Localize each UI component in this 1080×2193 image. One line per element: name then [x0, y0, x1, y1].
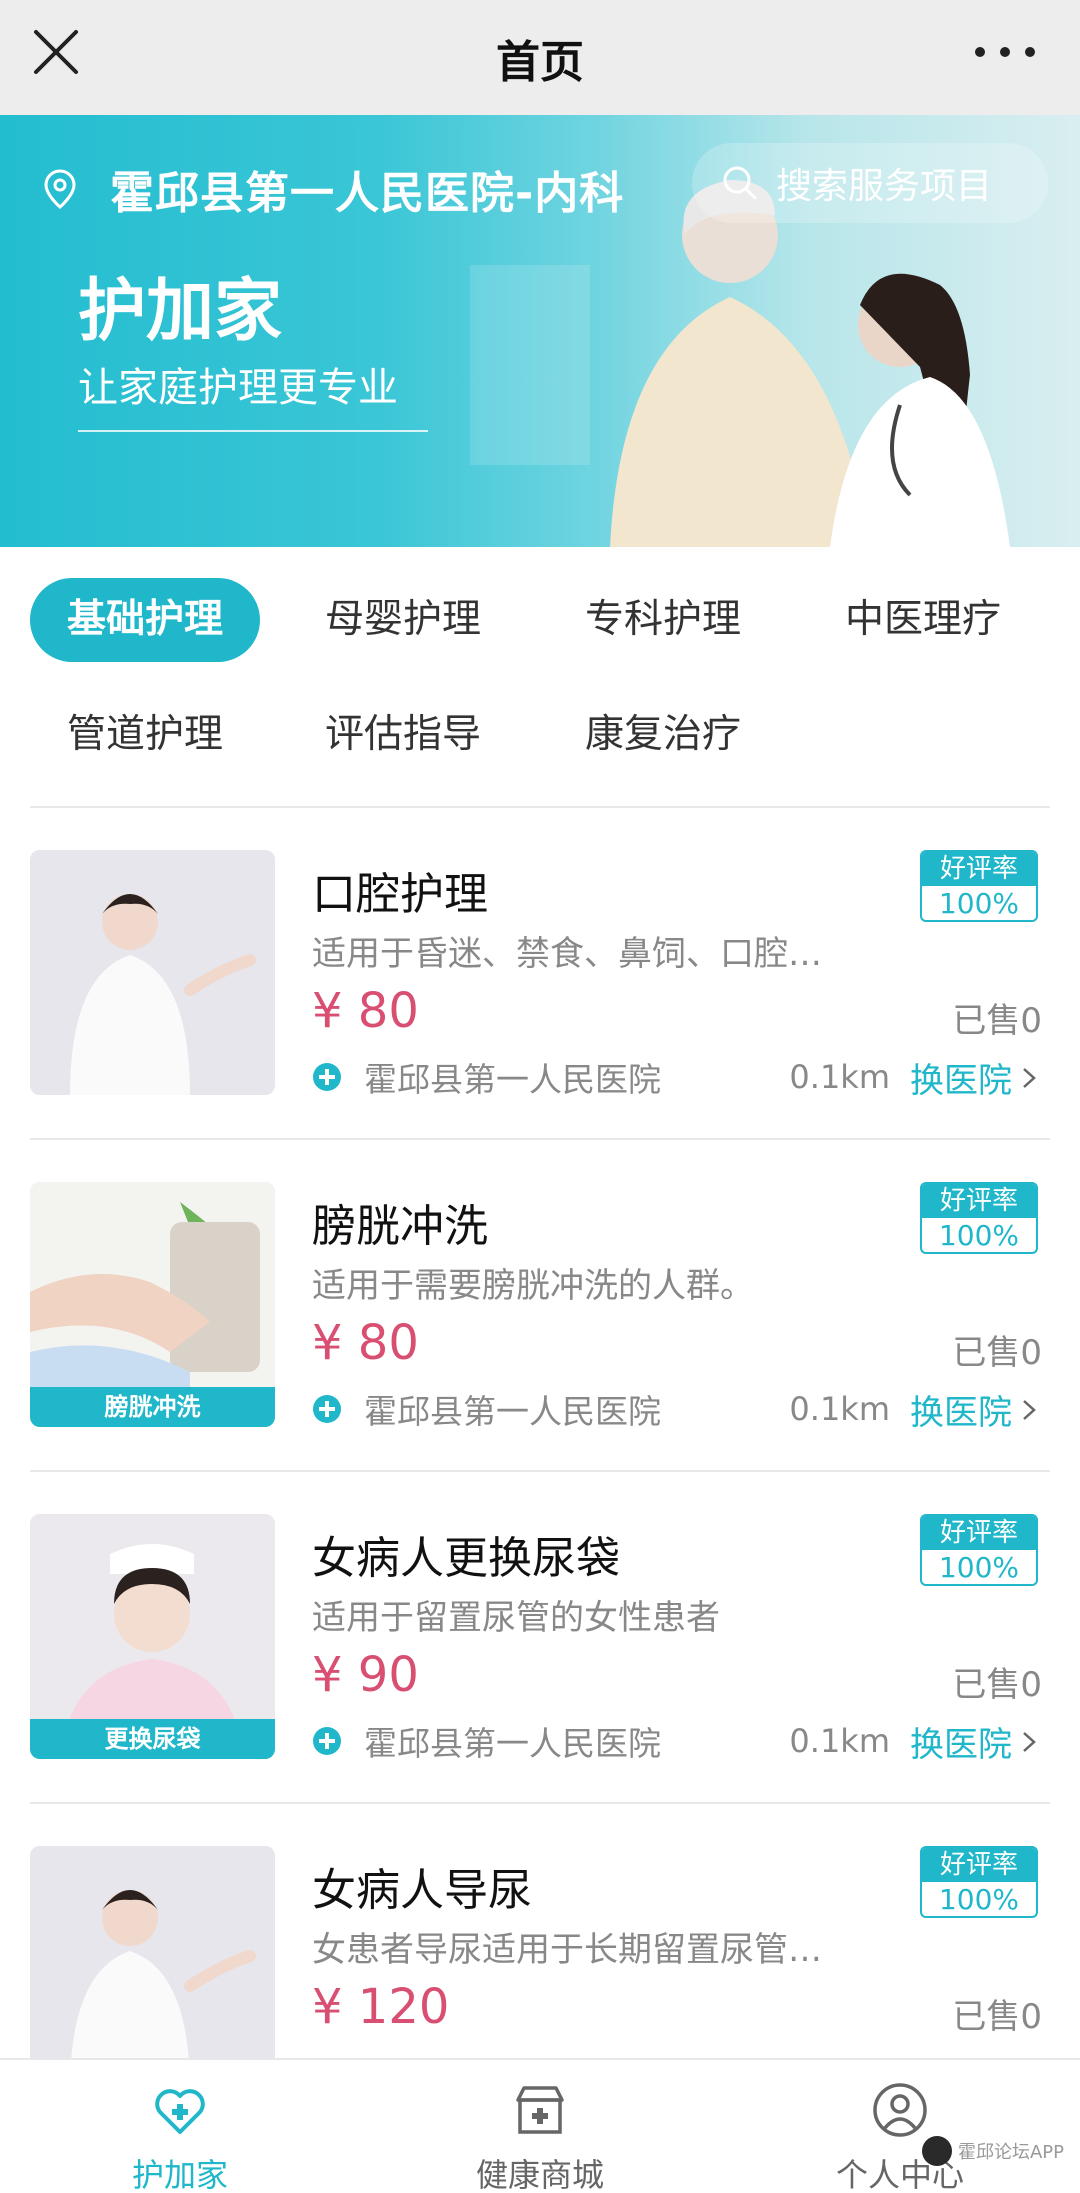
distance: 0.1km — [789, 1390, 890, 1428]
tab-tcm-therapy[interactable]: 中医理疗 — [808, 578, 1038, 662]
hospital-info: 霍邱县第一人民医院 — [312, 1053, 661, 1101]
tab-label: 健康商城 — [475, 2156, 604, 2193]
rating-label: 好评率 — [922, 852, 1036, 886]
switch-hospital-link[interactable]: 换医院 — [910, 1385, 1040, 1434]
tab-assessment[interactable]: 评估指导 — [288, 693, 518, 777]
close-icon[interactable] — [28, 24, 84, 80]
sold-count: 已售0 — [952, 1333, 1042, 1373]
item-price: ¥ 80 — [312, 1315, 419, 1371]
item-price: ¥ 120 — [312, 1979, 450, 2035]
switch-hospital-link[interactable]: 换医院 — [910, 1053, 1040, 1102]
rating-value: 100% — [938, 1883, 1020, 1916]
thumbnail-badge: 更换尿袋 — [30, 1719, 275, 1759]
chevron-right-icon — [1023, 1067, 1036, 1088]
search-input[interactable]: 搜索服务项目 — [692, 143, 1048, 223]
sold-count: 已售0 — [952, 1665, 1042, 1705]
nurse-image — [30, 1846, 275, 2091]
hospital-name: 霍邱县第一人民医院 — [364, 1724, 661, 1763]
heart-cross-icon — [155, 2089, 205, 2134]
banner-slogan: 让家庭护理更专业 — [78, 365, 398, 411]
sold-count: 已售0 — [952, 1997, 1042, 2037]
tab-specialty-care[interactable]: 专科护理 — [548, 578, 778, 662]
chevron-right-icon — [1023, 1731, 1036, 1752]
hero-banner[interactable]: 霍邱县第一人民医院-内科 搜索服务项目 护加家 让家庭护理更专业 — [0, 115, 1080, 547]
thumbnail-badge: 膀胱冲洗 — [30, 1387, 275, 1427]
rating-value: 100% — [938, 887, 1020, 920]
more-icon[interactable] — [970, 30, 1040, 74]
distance: 0.1km — [789, 1722, 890, 1760]
item-price: ¥ 90 — [312, 1647, 419, 1703]
banner-brand: 护加家 — [78, 272, 283, 351]
rating-label: 好评率 — [922, 1516, 1036, 1550]
list-item[interactable]: 口腔护理 好评率 100% 适用于昏迷、禁食、鼻饲、口腔… ¥ 80 已售0 霍… — [30, 808, 1050, 1140]
list-item[interactable]: 膀胱冲洗 膀胱冲洗 好评率 100% 适用于需要膀胱冲洗的人群。 ¥ 80 已售… — [30, 1140, 1050, 1472]
location-label: 霍邱县第一人民医院-内科 — [110, 168, 625, 219]
plus-circle-icon — [313, 1727, 341, 1755]
item-name: 口腔护理 — [312, 869, 488, 920]
switch-hospital-label: 换医院 — [910, 1061, 1012, 1101]
distance: 0.1km — [789, 1058, 890, 1096]
rating-value: 100% — [938, 1551, 1020, 1584]
item-name: 膀胱冲洗 — [312, 1201, 488, 1252]
rating-label: 好评率 — [922, 1848, 1036, 1882]
item-description: 适用于留置尿管的女性患者 — [312, 1598, 720, 1638]
search-placeholder: 搜索服务项目 — [776, 166, 993, 207]
item-description: 女患者导尿适用于长期留置尿管… — [312, 1930, 822, 1970]
watermark-text: 霍邱论坛APP — [957, 2142, 1064, 2163]
location-selector[interactable]: 霍邱县第一人民医院-内科 — [40, 157, 624, 221]
sold-count: 已售0 — [952, 1001, 1042, 1041]
switch-hospital-link[interactable]: 换医院 — [910, 1717, 1040, 1766]
nurse-image — [30, 850, 275, 1095]
item-description: 适用于需要膀胱冲洗的人群。 — [312, 1266, 754, 1306]
switch-hospital-label: 换医院 — [910, 1725, 1012, 1765]
tab-label: 护加家 — [131, 2156, 228, 2193]
plus-circle-icon — [313, 1395, 341, 1423]
tab-rehab[interactable]: 康复治疗 — [548, 693, 778, 777]
rating-badge: 好评率 100% — [920, 850, 1038, 922]
list-item[interactable]: 更换尿袋 女病人更换尿袋 好评率 100% 适用于留置尿管的女性患者 ¥ 90 … — [30, 1472, 1050, 1804]
tab-home[interactable]: 护加家 — [0, 2060, 360, 2193]
item-name: 女病人更换尿袋 — [312, 1533, 620, 1584]
tab-basic-care[interactable]: 基础护理 — [30, 578, 260, 662]
page-title: 首页 — [496, 36, 584, 88]
item-name: 女病人导尿 — [312, 1865, 532, 1916]
shop-icon — [516, 2086, 564, 2134]
plus-circle-icon — [313, 1063, 341, 1091]
tab-profile[interactable]: 个人中心 — [720, 2060, 1080, 2193]
banner-divider — [78, 430, 428, 432]
chat-bubble-icon — [921, 2136, 952, 2166]
tab-catheter-care[interactable]: 管道护理 — [30, 693, 260, 777]
bottom-tab-bar: 护加家 健康商城 个人中心 — [0, 2058, 1080, 2193]
hospital-info: 霍邱县第一人民医院 — [312, 1385, 661, 1433]
hospital-name: 霍邱县第一人民医院 — [364, 1060, 661, 1099]
tab-maternal-care[interactable]: 母婴护理 — [288, 578, 518, 662]
rating-badge: 好评率 100% — [920, 1182, 1038, 1254]
tab-shop[interactable]: 健康商城 — [360, 2060, 720, 2193]
item-price: ¥ 80 — [312, 983, 419, 1039]
rating-badge: 好评率 100% — [920, 1514, 1038, 1586]
rating-badge: 好评率 100% — [920, 1846, 1038, 1918]
item-thumbnail — [30, 850, 275, 1095]
top-nav-bar: 首页 — [0, 0, 1080, 115]
item-thumbnail — [30, 1846, 275, 2091]
watermark: 霍邱论坛APP — [921, 2136, 1064, 2166]
rating-value: 100% — [938, 1219, 1020, 1252]
location-pin-icon — [44, 169, 76, 209]
rating-label: 好评率 — [922, 1184, 1036, 1218]
item-thumbnail: 更换尿袋 — [30, 1514, 275, 1759]
item-thumbnail: 膀胱冲洗 — [30, 1182, 275, 1427]
hospital-name: 霍邱县第一人民医院 — [364, 1392, 661, 1431]
chevron-right-icon — [1023, 1399, 1036, 1420]
hospital-info: 霍邱县第一人民医院 — [312, 1717, 661, 1765]
search-icon — [723, 166, 757, 200]
user-icon — [873, 2083, 927, 2137]
item-description: 适用于昏迷、禁食、鼻饲、口腔… — [312, 934, 822, 974]
switch-hospital-label: 换医院 — [910, 1393, 1012, 1433]
